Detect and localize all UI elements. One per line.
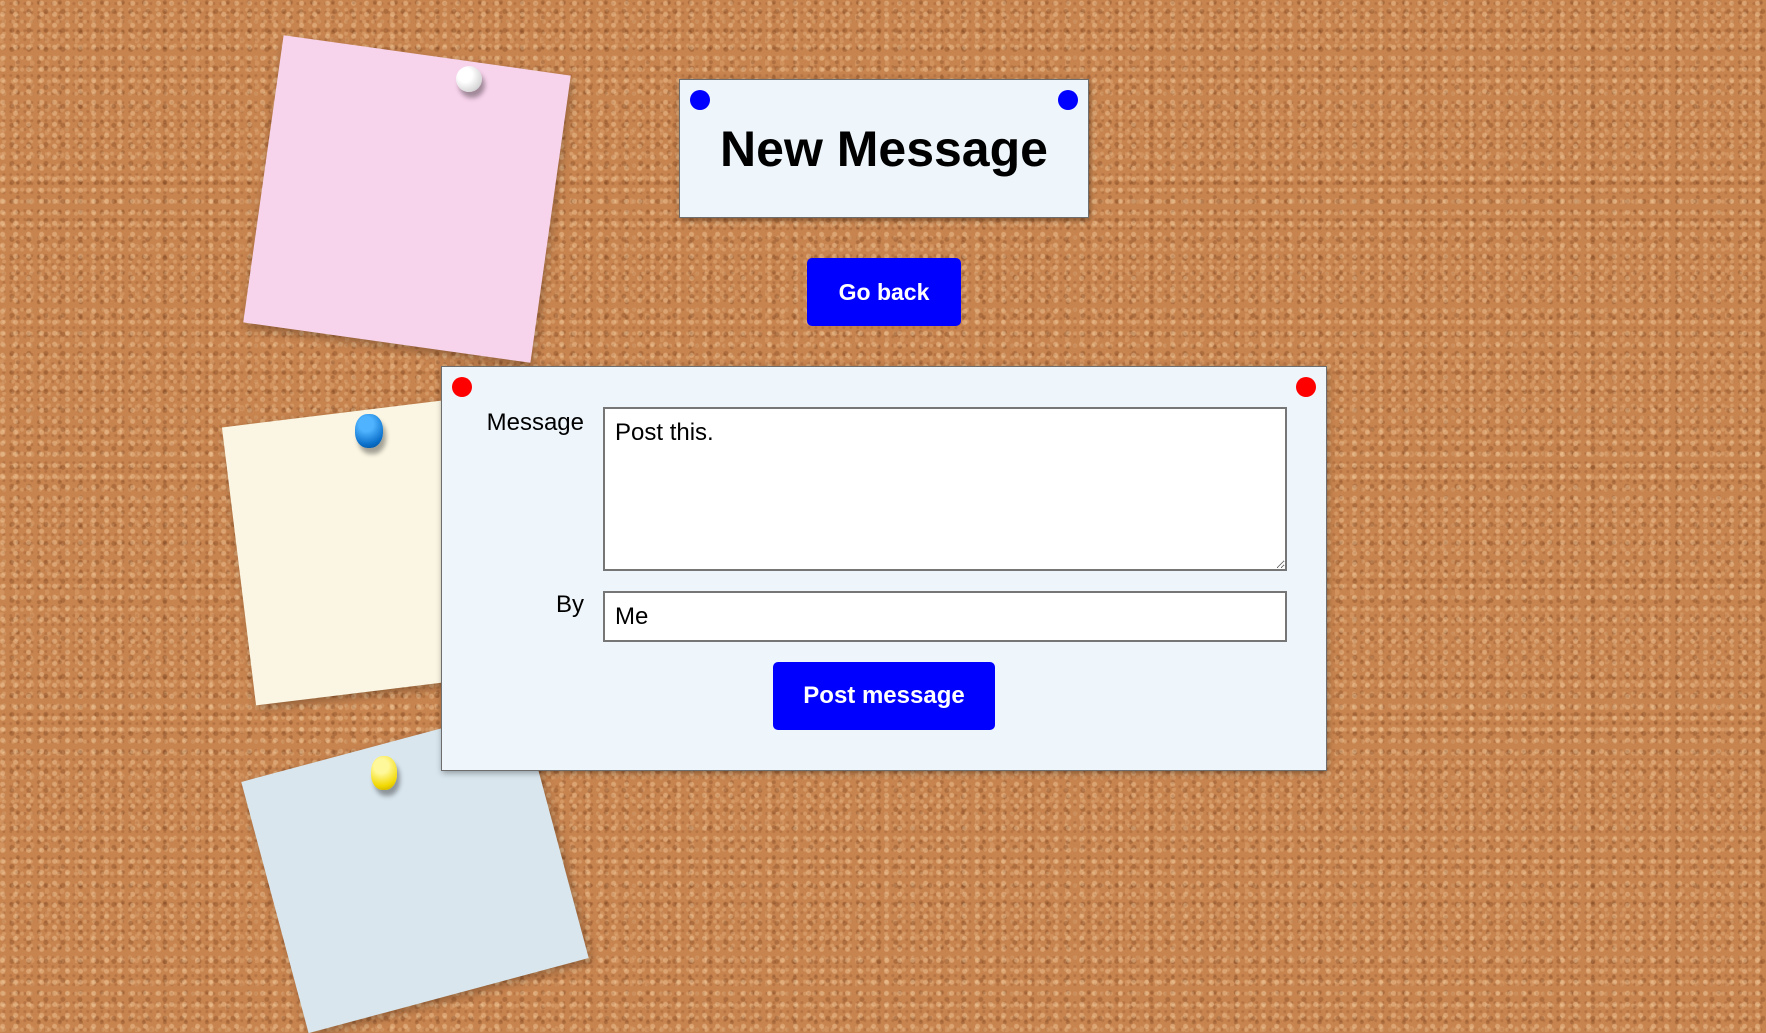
- pushpin-blue-icon: [355, 414, 383, 448]
- pin-dot-icon: [1058, 90, 1078, 110]
- by-label: By: [555, 591, 584, 618]
- message-form: Message Post this. By Post message: [441, 366, 1327, 771]
- pin-dot-icon: [1296, 377, 1316, 397]
- message-textarea[interactable]: Post this.: [603, 407, 1287, 571]
- by-input[interactable]: [603, 591, 1287, 642]
- message-label: Message: [486, 409, 584, 436]
- page-title: New Message: [720, 121, 1048, 177]
- pushpin-yellow-icon: [371, 756, 397, 790]
- pin-dot-icon: [452, 377, 472, 397]
- title-card: New Message: [679, 79, 1089, 218]
- sticky-note-pink: [243, 35, 571, 363]
- pin-dot-icon: [690, 90, 710, 110]
- go-back-button[interactable]: Go back: [807, 258, 961, 326]
- pushpin-white-icon: [456, 66, 482, 92]
- post-message-button[interactable]: Post message: [773, 662, 995, 730]
